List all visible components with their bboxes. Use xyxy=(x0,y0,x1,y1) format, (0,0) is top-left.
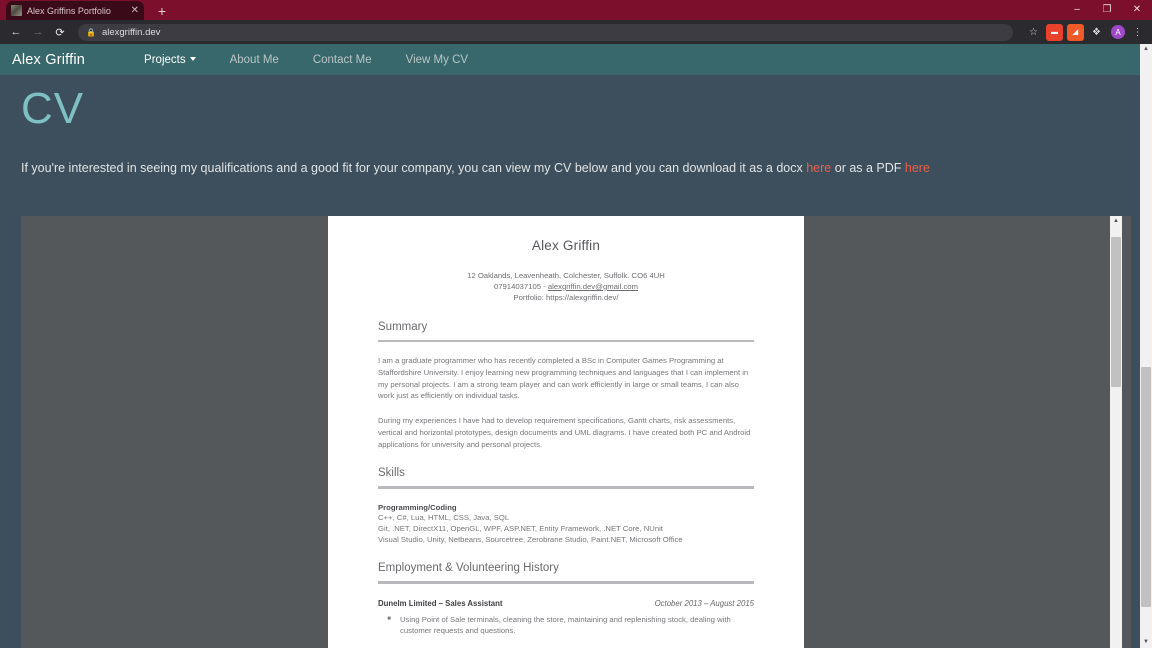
extension-orange-icon[interactable]: ◢ xyxy=(1067,23,1084,41)
pdf-viewer-scrollbar[interactable]: ▲ ▼ xyxy=(1110,216,1122,648)
hero-section: CV If you're interested in seeing my qua… xyxy=(0,75,1152,176)
scroll-down-icon[interactable]: ▼ xyxy=(1143,637,1149,648)
lead-text-part-2: or as a PDF xyxy=(831,161,905,175)
site-brand[interactable]: Alex Griffin xyxy=(12,52,85,68)
summary-paragraph-1: I am a graduate programmer who has recen… xyxy=(378,356,749,401)
bullet-point-icon: ■ xyxy=(387,615,391,622)
back-icon[interactable]: ← xyxy=(6,22,26,42)
skills-subheading: Programming/Coding xyxy=(378,502,457,512)
scroll-up-icon[interactable]: ▲ xyxy=(1143,44,1149,55)
extension-red-icon[interactable]: ▬ xyxy=(1046,23,1063,41)
download-pdf-link[interactable]: here xyxy=(905,161,930,175)
close-window-button[interactable]: ✕ xyxy=(1122,0,1152,20)
nav-item-contact-me[interactable]: Contact Me xyxy=(296,54,389,66)
page-content: Alex Griffin Projects About Me Contact M… xyxy=(0,44,1152,648)
scrollbar-thumb[interactable] xyxy=(1111,237,1121,387)
cv-phone: 07914037105 - xyxy=(493,281,546,291)
cv-contact-block: 12 Oaklands, Leavenheath, Colchester, Su… xyxy=(378,271,754,304)
summary-paragraph-2: During my experiences I have had to deve… xyxy=(378,416,751,449)
skills-line-1: C++, C#, Lua, HTML, CSS, Java, SQL xyxy=(378,512,510,522)
cv-portfolio: Portfolio: https://alexgriffin.dev/ xyxy=(513,292,619,302)
profile-avatar[interactable]: A xyxy=(1111,25,1125,39)
job-bullet: ■ Using Point of Sale terminals, cleanin… xyxy=(378,614,754,637)
section-heading-summary: Summary xyxy=(378,320,428,333)
scrollbar-thumb[interactable] xyxy=(1141,367,1151,607)
page-scrollbar[interactable]: ▲ ▼ xyxy=(1140,44,1152,648)
skills-line-2: Git, .NET, DirectX11, OpenGL, WPF, ASP.N… xyxy=(378,523,663,533)
browser-menu-icon[interactable]: ⋮ xyxy=(1129,24,1146,41)
nav-item-view-my-cv[interactable]: View My CV xyxy=(389,54,485,66)
forward-icon[interactable]: → xyxy=(28,22,48,42)
tab-close-icon[interactable]: ✕ xyxy=(131,5,139,16)
page-title: CV xyxy=(21,84,85,133)
section-divider xyxy=(378,486,754,489)
scroll-up-icon[interactable]: ▲ xyxy=(1113,216,1119,227)
job-bullet-text: Using Point of Sale terminals, cleaning … xyxy=(400,614,731,636)
nav-item-projects[interactable]: Projects xyxy=(127,54,213,66)
scrollbar-track[interactable] xyxy=(1140,55,1152,637)
download-docx-link[interactable]: here xyxy=(806,161,831,175)
job-entry-header: Dunelm Limited – Sales Assistant October… xyxy=(378,599,754,608)
cv-email-link[interactable]: alexgriffin.dev@gmail.com xyxy=(548,282,638,291)
scrollbar-track[interactable] xyxy=(1110,227,1122,648)
window-controls: – ❐ ✕ xyxy=(1062,0,1152,20)
browser-toolbar: ← → ⟳ 🔒 alexgriffin.dev ☆ ▬ ◢ ❖ A ⋮ xyxy=(0,20,1152,44)
section-divider xyxy=(378,339,754,343)
site-navbar: Alex Griffin Projects About Me Contact M… xyxy=(0,44,1152,75)
cv-address: 12 Oaklands, Leavenheath, Colchester, Su… xyxy=(467,271,665,280)
skills-line-3: Visual Studio, Unity, Netbeans, Sourcetr… xyxy=(378,535,683,545)
bookmark-star-icon[interactable]: ☆ xyxy=(1025,24,1042,41)
nav-item-about-me[interactable]: About Me xyxy=(213,54,296,66)
section-heading-employment: Employment & Volunteering History xyxy=(378,562,559,575)
tab-favicon-icon xyxy=(11,5,22,16)
chevron-down-icon xyxy=(189,57,196,62)
lock-icon: 🔒 xyxy=(86,27,96,37)
browser-tab[interactable]: Alex Griffins Portfolio ✕ xyxy=(6,1,144,20)
puzzle-extensions-icon[interactable]: ❖ xyxy=(1088,24,1105,41)
hero-lead-text: If you're interested in seeing my qualif… xyxy=(21,161,1152,175)
job-dates: October 2013 – August 2015 xyxy=(654,598,754,608)
minimize-button[interactable]: – xyxy=(1062,0,1092,20)
browser-titlebar: Alex Griffins Portfolio ✕ + – ❐ ✕ xyxy=(0,0,1152,20)
new-tab-button[interactable]: + xyxy=(153,2,171,20)
nav-item-projects-label: Projects xyxy=(144,53,186,66)
tab-title: Alex Griffins Portfolio xyxy=(27,5,111,16)
reload-icon[interactable]: ⟳ xyxy=(50,22,70,42)
pdf-viewer: Alex Griffin 12 Oaklands, Leavenheath, C… xyxy=(21,216,1131,648)
cv-document-page: Alex Griffin 12 Oaklands, Leavenheath, C… xyxy=(328,216,804,648)
section-heading-skills: Skills xyxy=(378,467,405,480)
maximize-button[interactable]: ❐ xyxy=(1092,0,1122,20)
cv-name: Alex Griffin xyxy=(531,238,601,253)
address-bar-url: alexgriffin.dev xyxy=(101,26,161,38)
address-bar[interactable]: 🔒 alexgriffin.dev xyxy=(78,23,1013,41)
lead-text-part-1: If you're interested in seeing my qualif… xyxy=(21,161,807,175)
job-title: Dunelm Limited – Sales Assistant xyxy=(378,598,503,608)
section-divider xyxy=(378,581,754,584)
